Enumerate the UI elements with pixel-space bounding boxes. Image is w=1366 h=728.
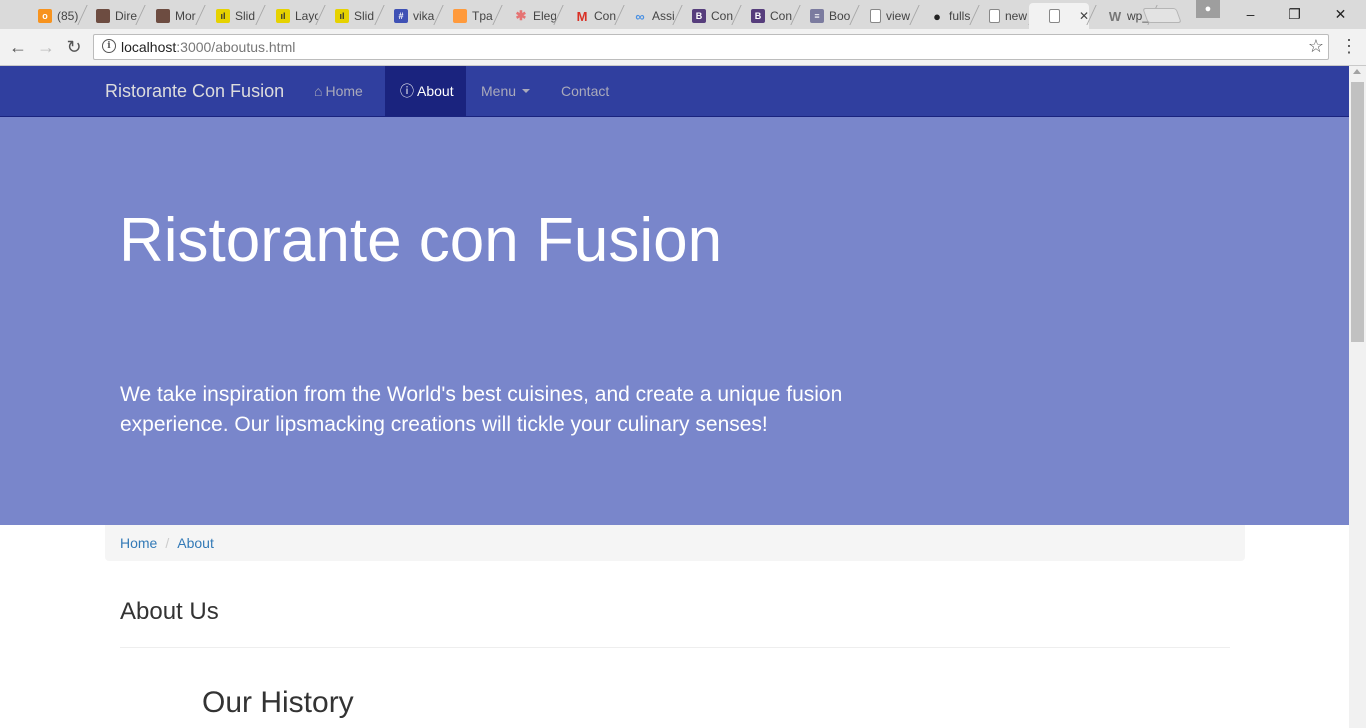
bootstrap-icon: B (751, 9, 765, 23)
scroll-thumb[interactable] (1351, 82, 1364, 342)
breadcrumb-about[interactable]: About (177, 535, 214, 551)
new-tab-button[interactable] (1142, 8, 1182, 23)
browser-tab[interactable]: ✕ (1029, 3, 1089, 29)
jumbotron-title: Ristorante con Fusion (119, 206, 723, 275)
tab-label: fulls (949, 9, 971, 23)
photo-icon (156, 9, 170, 23)
document-icon: ≡ (810, 9, 824, 23)
asterisk-icon: ✱ (515, 8, 527, 23)
site-navbar: Ristorante Con Fusion ⌂ Home ⓘ About Men… (0, 66, 1349, 117)
profile-icon[interactable]: ● (1196, 0, 1220, 18)
github-icon: ● (933, 8, 941, 24)
nav-item-menu[interactable]: Menu (466, 66, 545, 116)
browser-tab[interactable]: ıl Layo (256, 3, 318, 29)
home-icon: ⌂ (314, 83, 323, 99)
browser-menu-icon[interactable]: ⋮ (1340, 37, 1358, 55)
browser-tab[interactable]: B Con (731, 3, 793, 29)
nav-item-about[interactable]: ⓘ About (385, 66, 466, 116)
navbar-brand[interactable]: Ristorante Con Fusion (105, 81, 284, 102)
nav-item-label: Home (325, 83, 363, 99)
nav-item-contact[interactable]: Contact (546, 66, 624, 116)
tab-label: Con (770, 9, 793, 23)
odnoklassniki-icon: o (38, 9, 52, 23)
tab-label: Mor (175, 9, 196, 23)
browser-tab[interactable]: ıl Slid (196, 3, 258, 29)
browser-tab[interactable]: Tpa (433, 3, 495, 29)
tab-label: new (1005, 9, 1028, 23)
reload-button[interactable]: ↻ (62, 35, 86, 59)
browser-tab[interactable]: # vika (374, 3, 436, 29)
chart-icon: ıl (335, 9, 349, 23)
browser-tab[interactable]: Wwp_ (1088, 3, 1150, 29)
browser-tab[interactable]: new (969, 3, 1031, 29)
url-text[interactable]: localhost:3000/aboutus.html (121, 39, 295, 55)
address-bar[interactable]: i localhost:3000/aboutus.html ☆ (93, 34, 1329, 60)
browser-tab[interactable]: Mor (136, 3, 198, 29)
divider (120, 647, 1230, 648)
square-icon (453, 9, 467, 23)
nav-item-label: Menu (481, 83, 517, 99)
breadcrumb: Home / About (105, 525, 1245, 561)
file-icon (870, 9, 881, 23)
tab-label: Slid (235, 9, 256, 23)
chart-icon: ıl (216, 9, 230, 23)
nav-item-label: About (417, 83, 454, 99)
gmail-icon: M (576, 8, 588, 24)
file-icon (1049, 9, 1060, 23)
wordpress-icon: W (1108, 8, 1122, 24)
browser-tab[interactable]: M Con (555, 3, 617, 29)
caret-down-icon (522, 89, 531, 93)
nav-item-home[interactable]: ⌂ Home (299, 66, 378, 116)
url-path: :3000/aboutus.html (176, 39, 296, 55)
section-title: Our History (202, 686, 354, 719)
breadcrumb-separator: / (165, 535, 170, 551)
tab-label: vika (413, 9, 435, 23)
browser-tab[interactable]: ≡ Boo (790, 3, 852, 29)
browser-tab[interactable]: ∞ Assi (613, 3, 675, 29)
tab-label: view (886, 9, 911, 23)
url-host: localhost (121, 39, 177, 55)
browser-tab[interactable]: o (85) (18, 3, 80, 29)
tab-label: Slid (354, 9, 375, 23)
bookmark-star-icon[interactable]: ☆ (1308, 36, 1324, 57)
browser-tab[interactable]: ✱ Eleg (494, 3, 556, 29)
browser-tab[interactable]: Dire (76, 3, 138, 29)
nav-item-label: Contact (561, 83, 610, 99)
restore-button[interactable]: ❐ (1272, 0, 1317, 28)
forward-button[interactable]: → (34, 35, 58, 59)
tab-label: Dire (115, 9, 138, 23)
back-button[interactable]: ← (6, 35, 30, 59)
browser-tab-strip: o (85) Dire Mor ıl Slid ıl Layo ıl Slid # vika Tpa ✱ E… (0, 0, 1366, 29)
page-title: About Us (120, 598, 219, 625)
grid-icon: # (394, 9, 408, 23)
file-icon (989, 9, 1000, 23)
browser-tab[interactable]: B Con (672, 3, 734, 29)
browser-toolbar: ← → ↻ i localhost:3000/aboutus.html ☆ ⋮ (0, 29, 1366, 66)
jumbotron-text: We take inspiration from the World's bes… (120, 383, 843, 436)
jumbotron: Ristorante con Fusion We take inspiratio… (0, 117, 1349, 525)
minimize-button[interactable]: – (1228, 0, 1273, 28)
tab-label: Tpa (472, 9, 493, 23)
browser-tab[interactable]: ● fulls (910, 3, 972, 29)
chart-icon: ıl (276, 9, 290, 23)
tab-label: Con (711, 9, 734, 23)
bootstrap-icon: B (692, 9, 706, 23)
close-window-button[interactable]: ✕ (1318, 0, 1363, 28)
browser-tab[interactable]: view (850, 3, 912, 29)
infinity-icon: ∞ (635, 8, 645, 24)
info-icon: ⓘ (400, 83, 414, 99)
tab-label: Boo (829, 9, 851, 23)
page-viewport: Ristorante Con Fusion ⌂ Home ⓘ About Men… (0, 66, 1349, 728)
photo-icon (96, 9, 110, 23)
page-scrollbar[interactable] (1349, 66, 1366, 728)
scroll-up-icon[interactable] (1353, 69, 1361, 74)
browser-tab[interactable]: ıl Slid (315, 3, 377, 29)
breadcrumb-home[interactable]: Home (120, 535, 157, 551)
tab-label: Eleg (533, 9, 556, 23)
site-info-icon[interactable]: i (102, 39, 116, 53)
